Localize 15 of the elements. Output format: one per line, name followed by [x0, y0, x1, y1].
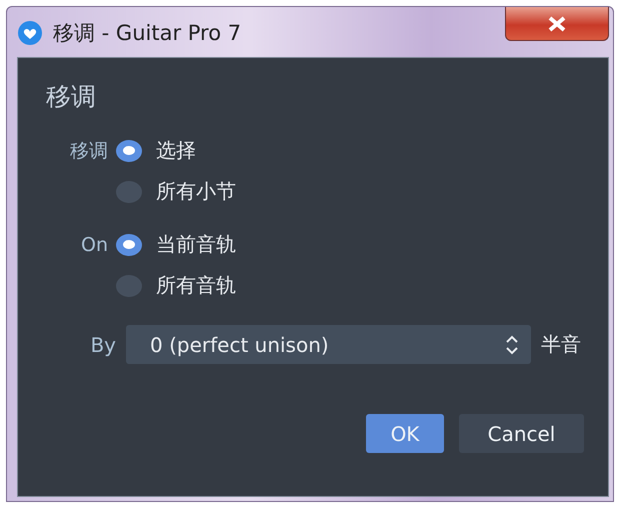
group-label: 移调 [70, 138, 108, 164]
group-label: On [81, 234, 108, 256]
radio-option[interactable]: 选择 [116, 137, 196, 164]
unit-label: 半音 [541, 331, 581, 358]
spinner-icon [505, 334, 519, 356]
interval-dropdown[interactable]: 0 (perfect unison) [126, 325, 531, 364]
dialog-button[interactable]: Cancel [459, 414, 584, 453]
close-button[interactable] [505, 7, 609, 41]
dialog-heading: 移调 [46, 81, 96, 113]
by-label: By [89, 332, 116, 356]
radio-option[interactable]: 所有音轨 [116, 272, 236, 299]
radio-option[interactable]: 当前音轨 [116, 231, 236, 258]
window-title: 移调 - Guitar Pro 7 [53, 20, 242, 47]
radio-option[interactable]: 所有小节 [116, 178, 236, 205]
app-logo-icon [17, 20, 43, 46]
